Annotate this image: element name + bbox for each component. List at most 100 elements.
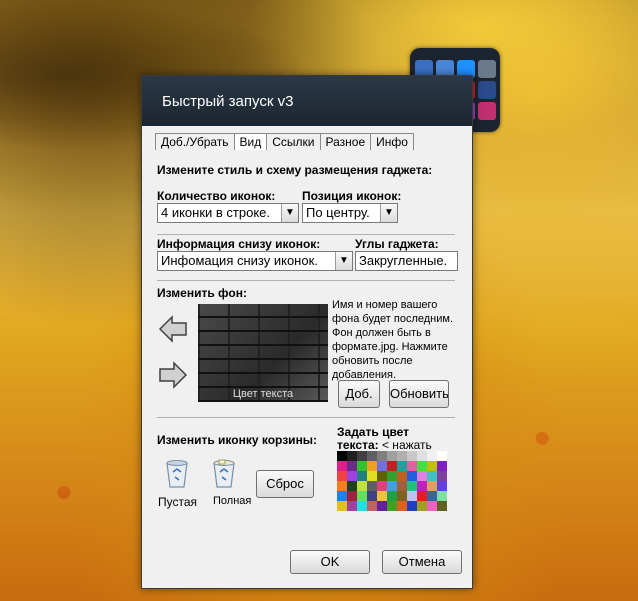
color-swatch[interactable] <box>387 491 397 501</box>
tab-misc[interactable]: Разное <box>319 133 372 150</box>
color-swatch[interactable] <box>407 471 417 481</box>
color-swatch[interactable] <box>377 471 387 481</box>
color-swatch[interactable] <box>437 481 447 491</box>
arrow-left-icon[interactable] <box>158 314 188 344</box>
add-background-button[interactable]: Доб. <box>338 380 380 408</box>
color-swatch[interactable] <box>377 461 387 471</box>
color-swatch[interactable] <box>417 461 427 471</box>
color-swatch[interactable] <box>407 481 417 491</box>
color-swatch[interactable] <box>367 481 377 491</box>
color-swatch[interactable] <box>347 471 357 481</box>
icon-count-value: 4 иконки в строке. <box>161 205 271 220</box>
color-swatch[interactable] <box>377 491 387 501</box>
color-swatch[interactable] <box>397 481 407 491</box>
color-swatch[interactable] <box>367 501 377 511</box>
tab-links[interactable]: Ссылки <box>266 133 321 150</box>
color-swatch[interactable] <box>437 461 447 471</box>
color-swatch[interactable] <box>367 491 377 501</box>
corners-select[interactable]: Закругленные. <box>355 251 458 271</box>
color-swatch[interactable] <box>397 451 407 461</box>
tab-info[interactable]: Инфо <box>370 133 414 150</box>
color-swatch[interactable] <box>437 501 447 511</box>
color-swatch[interactable] <box>377 481 387 491</box>
color-swatch[interactable] <box>437 471 447 481</box>
color-swatch[interactable] <box>337 451 347 461</box>
color-swatch[interactable] <box>407 451 417 461</box>
color-swatch[interactable] <box>357 461 367 471</box>
bg-heading: Изменить фон: <box>157 286 247 300</box>
tab-view[interactable]: Вид <box>233 133 268 150</box>
color-swatch[interactable] <box>417 451 427 461</box>
icon-count-select[interactable]: 4 иконки в строке. ▼ <box>157 203 299 223</box>
reset-button[interactable]: Сброс <box>256 470 314 498</box>
ok-button[interactable]: OK <box>290 550 370 574</box>
color-swatch[interactable] <box>377 501 387 511</box>
color-swatch[interactable] <box>417 491 427 501</box>
recycle-bin-empty-icon[interactable] <box>164 459 190 489</box>
bg-note-line: фона будет последним. <box>332 313 453 325</box>
color-swatch[interactable] <box>337 501 347 511</box>
color-swatch[interactable] <box>387 461 397 471</box>
color-swatch[interactable] <box>397 491 407 501</box>
color-swatch[interactable] <box>347 461 357 471</box>
cancel-button[interactable]: Отмена <box>382 550 462 574</box>
recycle-bin-full-icon[interactable] <box>211 459 237 489</box>
color-swatch[interactable] <box>347 501 357 511</box>
color-swatch[interactable] <box>397 471 407 481</box>
color-swatch[interactable] <box>407 501 417 511</box>
color-swatch[interactable] <box>427 461 437 471</box>
gadget-app-icon[interactable] <box>477 81 496 99</box>
color-swatch[interactable] <box>427 481 437 491</box>
color-swatch[interactable] <box>387 501 397 511</box>
color-swatch[interactable] <box>367 471 377 481</box>
color-swatch[interactable] <box>337 481 347 491</box>
bg-note: Имя и номер вашего фона будет последним.… <box>332 298 462 382</box>
color-swatch[interactable] <box>357 481 367 491</box>
color-swatch[interactable] <box>387 481 397 491</box>
color-swatch[interactable] <box>347 491 357 501</box>
text-color-palette[interactable] <box>337 451 447 513</box>
color-swatch[interactable] <box>427 491 437 501</box>
color-swatch[interactable] <box>357 451 367 461</box>
color-swatch[interactable] <box>407 491 417 501</box>
tab-add-remove[interactable]: Доб./Убрать <box>155 133 235 150</box>
chevron-down-icon[interactable]: ▼ <box>380 204 397 222</box>
color-swatch[interactable] <box>347 481 357 491</box>
color-swatch[interactable] <box>427 471 437 481</box>
color-swatch[interactable] <box>387 471 397 481</box>
color-swatch[interactable] <box>387 451 397 461</box>
color-swatch[interactable] <box>437 451 447 461</box>
gadget-app-icon[interactable] <box>477 102 496 120</box>
refresh-button[interactable]: Обновить <box>389 380 449 408</box>
color-swatch[interactable] <box>357 471 367 481</box>
color-swatch[interactable] <box>417 481 427 491</box>
color-swatch[interactable] <box>397 461 407 471</box>
bg-caption: Цвет текста <box>232 388 294 400</box>
color-swatch[interactable] <box>437 491 447 501</box>
color-swatch[interactable] <box>357 501 367 511</box>
chevron-down-icon[interactable]: ▼ <box>335 252 352 270</box>
color-swatch[interactable] <box>377 451 387 461</box>
color-swatch[interactable] <box>427 451 437 461</box>
color-swatch[interactable] <box>427 501 437 511</box>
arrow-right-icon[interactable] <box>158 360 188 390</box>
chevron-down-icon[interactable]: ▼ <box>281 204 298 222</box>
icon-position-select[interactable]: По центру. ▼ <box>302 203 398 223</box>
color-swatch[interactable] <box>367 461 377 471</box>
info-select[interactable]: Инфомация снизу иконок. ▼ <box>157 251 353 271</box>
info-value: Инфомация снизу иконок. <box>161 253 318 268</box>
color-swatch[interactable] <box>397 501 407 511</box>
color-swatch[interactable] <box>417 471 427 481</box>
color-swatch[interactable] <box>337 461 347 471</box>
background-preview[interactable]: Цвет текста <box>198 304 328 402</box>
bg-note-line: Фон должен быть в <box>332 327 431 339</box>
color-swatch[interactable] <box>417 501 427 511</box>
bin-full-label: Полная <box>213 495 252 507</box>
color-swatch[interactable] <box>407 461 417 471</box>
color-swatch[interactable] <box>337 471 347 481</box>
color-swatch[interactable] <box>347 451 357 461</box>
color-swatch[interactable] <box>357 491 367 501</box>
gadget-app-icon[interactable] <box>477 60 496 78</box>
color-swatch[interactable] <box>337 491 347 501</box>
color-swatch[interactable] <box>367 451 377 461</box>
